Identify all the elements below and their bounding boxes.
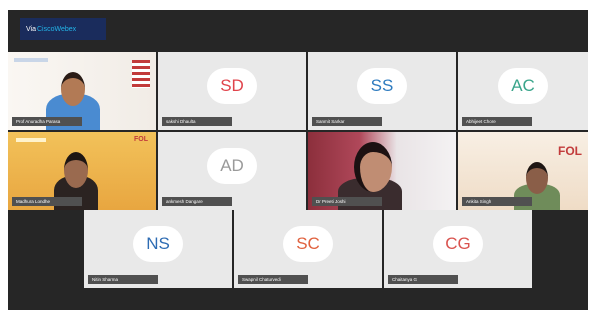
participant-initials: SD	[207, 68, 257, 104]
fol-logo-icon: FOL	[134, 136, 148, 143]
participant-nameplate: ankmesh Dangare	[162, 197, 232, 206]
participant-head	[64, 152, 88, 188]
participant-initials: SC	[283, 226, 333, 262]
via-cisco-webex-badge: Via CiscoWebex	[20, 18, 106, 40]
participant-nameplate: Madhura Londhe	[12, 197, 82, 206]
participant-head	[526, 162, 548, 194]
video-tile-swapnil-chaturvedi[interactable]: SC Swapnil Chaturvedi	[234, 210, 382, 288]
participant-initials: AC	[498, 68, 548, 104]
participant-nameplate: Ankita Singh	[462, 197, 532, 206]
video-tile-abhijeet-chore[interactable]: AC Abhijeet Chore	[458, 52, 588, 130]
badge-prefix: Via	[26, 25, 36, 33]
participant-nameplate: Swapnil Chaturvedi	[238, 275, 308, 284]
participant-initials: AD	[207, 148, 257, 184]
event-logo-icon	[16, 138, 46, 142]
participant-initials: CG	[433, 226, 483, 262]
participant-nameplate: sakshi Dhaulta	[162, 117, 232, 126]
participant-nameplate: Chaitanya G	[388, 275, 458, 284]
webex-meeting-window: Via CiscoWebex Prof Anuradha Parasa SD s…	[8, 10, 588, 310]
participant-initials: NS	[133, 226, 183, 262]
video-tile-madhura-londhe[interactable]: FOL Madhura Londhe	[8, 132, 156, 210]
participant-head	[354, 142, 392, 192]
video-tile-sanmit-sarkar[interactable]: SS Sanmit Sarkar	[308, 52, 456, 130]
video-tile-ankita-singh[interactable]: FOL Ankita Singh	[458, 132, 588, 210]
video-tile-nitin-sharma[interactable]: NS Nitin Sharma	[84, 210, 232, 288]
event-logo-icon	[14, 58, 48, 62]
video-tile-dr-preeti-joshi[interactable]: Dr Preeti Joshi	[308, 132, 456, 210]
participant-head	[61, 72, 85, 106]
fol-logo-icon	[132, 60, 150, 88]
participant-nameplate: Sanmit Sarkar	[312, 117, 382, 126]
video-tile-chaitanya-g[interactable]: CG Chaitanya G	[384, 210, 532, 288]
participant-nameplate: Prof Anuradha Parasa	[12, 117, 82, 126]
badge-brand: CiscoWebex	[37, 25, 77, 33]
participant-initials: SS	[357, 68, 407, 104]
video-tile-ankmesh-dangare[interactable]: AD ankmesh Dangare	[158, 132, 306, 210]
participant-nameplate: Abhijeet Chore	[462, 117, 532, 126]
fol-logo-icon: FOL	[558, 144, 582, 158]
video-tile-sakshi-dhaulta[interactable]: SD sakshi Dhaulta	[158, 52, 306, 130]
participant-nameplate: Nitin Sharma	[88, 275, 158, 284]
participant-nameplate: Dr Preeti Joshi	[312, 197, 382, 206]
video-tile-prof-anuradha-parasa[interactable]: Prof Anuradha Parasa	[8, 52, 156, 130]
